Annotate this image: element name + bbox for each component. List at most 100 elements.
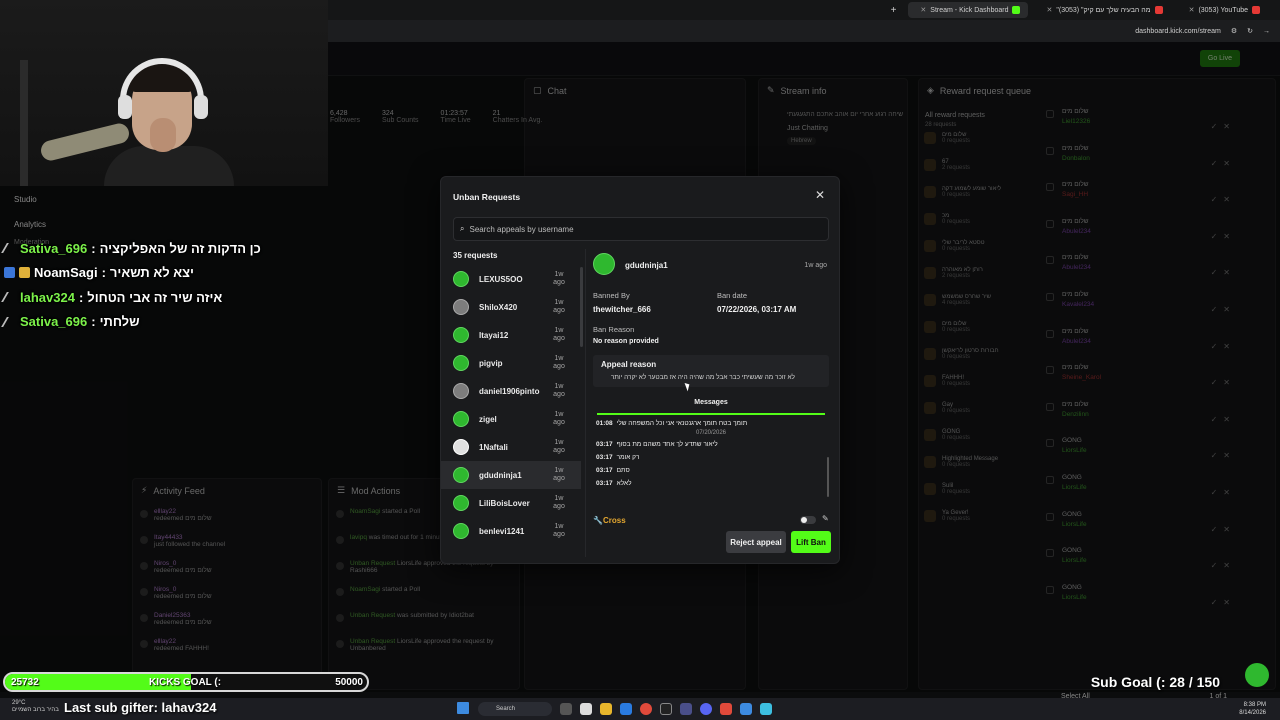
approve-reject-icons[interactable]: ✓✕ bbox=[1211, 378, 1236, 387]
list-item[interactable]: טסטא לריבר שלי 0 requests bbox=[924, 240, 1026, 267]
approve-reject-icons[interactable]: ✓✕ bbox=[1211, 195, 1236, 204]
table-row[interactable]: GONG LiorsLife ✓✕ bbox=[1046, 547, 1246, 584]
list-item[interactable]: ליאור שומע לשמוע דקה 0 requests bbox=[924, 186, 1026, 213]
url-text[interactable]: dashboard.kick.com/stream bbox=[1135, 28, 1221, 35]
list-item[interactable]: Itay44433 just followed the channel bbox=[132, 534, 322, 560]
messages-scrollbar[interactable] bbox=[827, 457, 829, 497]
row-checkbox[interactable] bbox=[1046, 256, 1054, 265]
row-checkbox[interactable] bbox=[1046, 439, 1054, 448]
request-row[interactable]: pigvip 1w ago bbox=[441, 349, 581, 377]
list-item[interactable]: elllay22 redeemed FAHHH! bbox=[132, 638, 322, 664]
list-item[interactable]: Sulil 0 requests bbox=[924, 483, 1026, 510]
row-checkbox[interactable] bbox=[1046, 585, 1054, 594]
request-row-selected[interactable]: gdudninja1 1w ago bbox=[441, 461, 581, 489]
reload-icon[interactable]: ↻ bbox=[1247, 27, 1253, 35]
list-item[interactable]: Niros_0 redeemed שלום מים bbox=[132, 560, 322, 586]
list-item[interactable]: חבורות סרטון לריאקשן 0 requests bbox=[924, 348, 1026, 375]
approve-reject-icons[interactable]: ✓✕ bbox=[1211, 122, 1236, 131]
approve-reject-icons[interactable]: ✓✕ bbox=[1211, 488, 1236, 497]
table-row[interactable]: שלום מים Sagi_HH ✓✕ bbox=[1046, 181, 1246, 218]
tune-icon[interactable]: ⚙ bbox=[1231, 27, 1237, 35]
sidebar-item-studio[interactable]: Studio bbox=[0, 190, 130, 209]
list-item[interactable]: Ya Gever! 0 requests bbox=[924, 510, 1026, 537]
row-checkbox[interactable] bbox=[1046, 183, 1054, 192]
request-row[interactable]: zigel 1w ago bbox=[441, 405, 581, 433]
request-row[interactable]: 1Naftali 1w ago bbox=[441, 433, 581, 461]
tab-youtube-video[interactable]: ✕ "מה הבעיה שלך עם קיק" (3053) bbox=[1034, 2, 1170, 18]
request-row[interactable]: LiliBoisLover 1w ago bbox=[441, 489, 581, 517]
list-item[interactable]: Highlighted Message 0 requests bbox=[924, 456, 1026, 483]
address-bar[interactable]: dashboard.kick.com/stream ⚙ ↻ → bbox=[328, 20, 1280, 42]
discord-icon[interactable] bbox=[700, 703, 712, 715]
list-item[interactable]: מכ 0 requests bbox=[924, 213, 1026, 240]
list-scrollbar[interactable] bbox=[580, 267, 583, 347]
go-live-button[interactable]: Go Live bbox=[1199, 50, 1240, 67]
request-row[interactable]: LEXUS5OO 1w ago bbox=[441, 265, 581, 293]
table-row[interactable]: שלום מים Abulel234 ✓✕ bbox=[1046, 254, 1246, 291]
app-icon[interactable] bbox=[660, 703, 672, 715]
row-checkbox[interactable] bbox=[1046, 366, 1054, 375]
approve-reject-icons[interactable]: ✓✕ bbox=[1211, 305, 1236, 314]
row-checkbox[interactable] bbox=[1046, 146, 1054, 155]
row-checkbox[interactable] bbox=[1046, 402, 1054, 411]
row-checkbox[interactable] bbox=[1046, 512, 1054, 521]
list-item[interactable]: שיר שחרס שמשמש 4 requests bbox=[924, 294, 1026, 321]
steam-icon[interactable] bbox=[680, 703, 692, 715]
list-item[interactable]: FAHHH! 0 requests bbox=[924, 375, 1026, 402]
tab-youtube[interactable]: ✕ (3053) YouTube bbox=[1177, 2, 1268, 18]
row-checkbox[interactable] bbox=[1046, 110, 1054, 118]
app-icon[interactable] bbox=[720, 703, 732, 715]
cross-label[interactable]: 🔧Cross bbox=[593, 516, 626, 525]
approve-reject-icons[interactable]: ✓✕ bbox=[1211, 561, 1236, 570]
list-item[interactable]: GONG 0 requests bbox=[924, 429, 1026, 456]
list-item[interactable]: Unban Request LiorsLife approved the req… bbox=[328, 638, 520, 664]
table-row[interactable]: GONG LiorsLife ✓✕ bbox=[1046, 584, 1246, 621]
approve-reject-icons[interactable]: ✓✕ bbox=[1211, 451, 1236, 460]
table-row[interactable]: שלום מים Donbalon ✓✕ bbox=[1046, 145, 1246, 182]
app-icon[interactable] bbox=[740, 703, 752, 715]
row-checkbox[interactable] bbox=[1046, 475, 1054, 484]
request-row[interactable]: ShiloX420 1w ago bbox=[441, 293, 581, 321]
task-view-icon[interactable] bbox=[560, 703, 572, 715]
search-appeals[interactable]: ⌕ bbox=[453, 217, 829, 241]
row-checkbox[interactable] bbox=[1046, 549, 1054, 558]
app-icon[interactable] bbox=[580, 703, 592, 715]
windows-start-icon[interactable] bbox=[457, 702, 469, 714]
approve-reject-icons[interactable]: ✓✕ bbox=[1211, 598, 1236, 607]
table-row[interactable]: שלום מים Kavalel234 ✓✕ bbox=[1046, 291, 1246, 328]
approve-reject-icons[interactable]: ✓✕ bbox=[1211, 232, 1236, 241]
list-item[interactable]: Niros_0 redeemed שלום מים bbox=[132, 586, 322, 612]
list-item[interactable]: NoamSagi started a Poll bbox=[328, 586, 520, 612]
file-explorer-icon[interactable] bbox=[600, 703, 612, 715]
list-item[interactable]: שלום מים 0 requests bbox=[924, 132, 1026, 159]
table-row[interactable]: שלום מים Abulel234 ✓✕ bbox=[1046, 218, 1246, 255]
table-row[interactable]: GONG LiorsLife ✓✕ bbox=[1046, 474, 1246, 511]
tab-messages[interactable]: Messages bbox=[597, 399, 825, 415]
list-item[interactable]: Gay 0 requests bbox=[924, 402, 1026, 429]
help-chat-button[interactable] bbox=[1245, 663, 1269, 687]
table-row[interactable]: GONG LiorsLife ✓✕ bbox=[1046, 511, 1246, 548]
list-item[interactable]: Daniel25363 redeemed שלום מים bbox=[132, 612, 322, 638]
forward-icon[interactable]: → bbox=[1263, 28, 1270, 35]
approve-reject-icons[interactable]: ✓✕ bbox=[1211, 159, 1236, 168]
request-row[interactable]: benlevi1241 1w ago bbox=[441, 517, 581, 545]
approve-reject-icons[interactable]: ✓✕ bbox=[1211, 342, 1236, 351]
lift-ban-button[interactable]: Lift Ban bbox=[791, 531, 831, 553]
table-row[interactable]: שלום מים Sheine_Karol ✓✕ bbox=[1046, 364, 1246, 401]
chrome-icon[interactable] bbox=[640, 703, 652, 715]
approve-reject-icons[interactable]: ✓✕ bbox=[1211, 268, 1236, 277]
new-tab-icon[interactable]: + bbox=[891, 5, 897, 16]
search-input[interactable] bbox=[469, 224, 810, 234]
close-icon[interactable]: ✕ bbox=[815, 188, 825, 202]
list-item[interactable]: elllay22 redeemed שלום מים bbox=[132, 508, 322, 534]
sidebar-item-analytics[interactable]: Analytics bbox=[0, 215, 130, 234]
clock[interactable]: 8:38 PM 8/14/2026 bbox=[1239, 701, 1266, 717]
approve-reject-icons[interactable]: ✓✕ bbox=[1211, 525, 1236, 534]
close-tab-icon[interactable]: ✕ bbox=[1189, 6, 1195, 14]
row-checkbox[interactable] bbox=[1046, 219, 1054, 228]
tab-kick-dashboard[interactable]: ✕ Stream - Kick Dashboard bbox=[908, 2, 1029, 18]
table-row[interactable]: GONG LiorsLife ✓✕ bbox=[1046, 437, 1246, 474]
weather-widget[interactable]: 29°C בהיר ברוב השמיים bbox=[12, 700, 59, 714]
request-row[interactable]: daniel1906pinto 1w ago bbox=[441, 377, 581, 405]
list-item[interactable]: שלום מים 0 requests bbox=[924, 321, 1026, 348]
